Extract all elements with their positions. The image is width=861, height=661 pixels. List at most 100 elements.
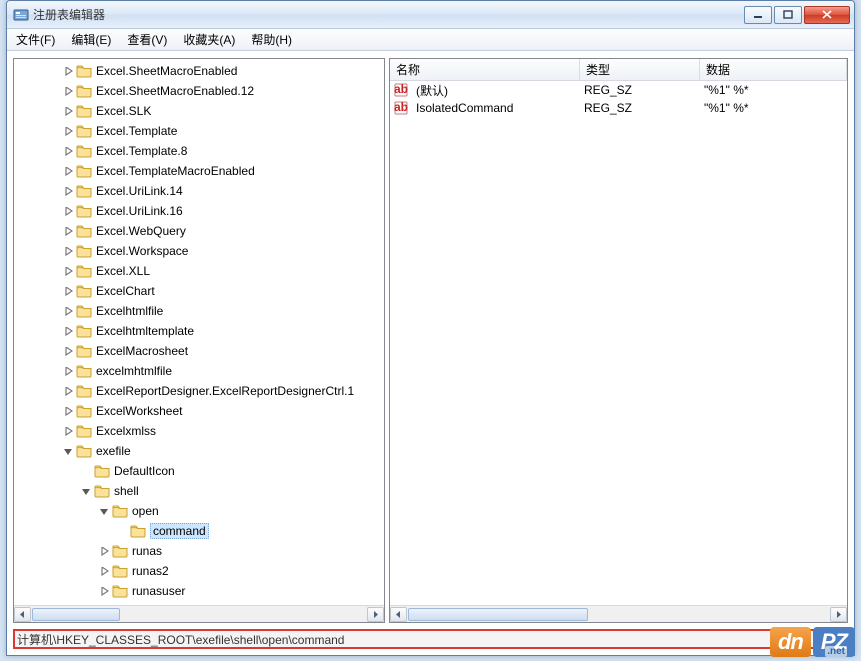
tree-node[interactable]: Excelhtmltemplate	[14, 321, 384, 341]
app-icon	[13, 7, 29, 23]
expand-toggle-icon[interactable]	[62, 345, 74, 357]
expand-toggle-icon[interactable]	[80, 485, 92, 497]
tree-node[interactable]: Excel.WebQuery	[14, 221, 384, 241]
list-row[interactable]: ab(默认)REG_SZ"%1" %*	[390, 81, 847, 99]
expand-toggle-icon[interactable]	[62, 405, 74, 417]
menu-view[interactable]: 查看(V)	[120, 29, 174, 50]
tree-node-label: ExcelWorksheet	[96, 404, 182, 418]
tree-node[interactable]: ExcelMacrosheet	[14, 341, 384, 361]
tree-node[interactable]: Excel.Template	[14, 121, 384, 141]
tree-node[interactable]: runas	[14, 541, 384, 561]
folder-icon	[76, 364, 92, 378]
menubar: 文件(F) 编辑(E) 查看(V) 收藏夹(A) 帮助(H)	[7, 29, 854, 51]
expand-toggle-icon[interactable]	[62, 65, 74, 77]
client-area: Excel.SheetMacroEnabledExcel.SheetMacroE…	[7, 51, 854, 629]
expand-toggle-icon[interactable]	[62, 385, 74, 397]
scroll-thumb[interactable]	[32, 608, 120, 621]
tree-node-label: DefaultIcon	[114, 464, 175, 478]
expand-toggle-icon[interactable]	[62, 225, 74, 237]
tree-node[interactable]: Excel.UriLink.14	[14, 181, 384, 201]
value-pane: 名称 类型 数据 ab(默认)REG_SZ"%1" %*abIsolatedCo…	[389, 58, 848, 623]
tree-node-label: Excel.Template.8	[96, 144, 187, 158]
tree-node[interactable]: ExcelReportDesigner.ExcelReportDesignerC…	[14, 381, 384, 401]
cell-data: "%1" %*	[698, 101, 847, 115]
tree-node[interactable]: Excelxmlss	[14, 421, 384, 441]
expand-toggle-icon[interactable]	[62, 285, 74, 297]
close-button[interactable]	[804, 6, 850, 24]
menu-favorites[interactable]: 收藏夹(A)	[176, 29, 242, 50]
scroll-track[interactable]	[31, 607, 367, 622]
tree-node-label: Excel.SLK	[96, 104, 151, 118]
folder-icon	[76, 304, 92, 318]
tree-node[interactable]: exefile	[14, 441, 384, 461]
menu-edit[interactable]: 编辑(E)	[64, 29, 118, 50]
scroll-left-button[interactable]	[390, 607, 407, 622]
titlebar[interactable]: 注册表编辑器	[7, 1, 854, 29]
expand-toggle-icon[interactable]	[62, 165, 74, 177]
expand-toggle-icon[interactable]	[62, 425, 74, 437]
expand-toggle-icon[interactable]	[62, 325, 74, 337]
tree-hscroll[interactable]	[14, 605, 384, 622]
menu-file[interactable]: 文件(F)	[9, 29, 62, 50]
scroll-left-button[interactable]	[14, 607, 31, 622]
expand-toggle-icon[interactable]	[98, 505, 110, 517]
cell-name: IsolatedCommand	[410, 101, 578, 115]
maximize-button[interactable]	[774, 6, 802, 24]
expand-toggle-icon[interactable]	[62, 185, 74, 197]
list-row[interactable]: abIsolatedCommandREG_SZ"%1" %*	[390, 99, 847, 117]
menu-help[interactable]: 帮助(H)	[244, 29, 299, 50]
tree-node[interactable]: open	[14, 501, 384, 521]
folder-icon	[112, 564, 128, 578]
scroll-thumb[interactable]	[408, 608, 588, 621]
expand-toggle-icon[interactable]	[98, 545, 110, 557]
key-tree[interactable]: Excel.SheetMacroEnabledExcel.SheetMacroE…	[14, 59, 384, 605]
tree-node[interactable]: Excel.Workspace	[14, 241, 384, 261]
scroll-right-button[interactable]	[830, 607, 847, 622]
tree-node[interactable]: runas2	[14, 561, 384, 581]
expand-toggle-icon[interactable]	[62, 245, 74, 257]
tree-node[interactable]: runasuser	[14, 581, 384, 601]
expand-toggle-icon[interactable]	[62, 445, 74, 457]
scroll-right-button[interactable]	[367, 607, 384, 622]
col-data[interactable]: 数据	[700, 59, 847, 80]
tree-node[interactable]: Excel.SLK	[14, 101, 384, 121]
tree-node[interactable]: Excel.Template.8	[14, 141, 384, 161]
tree-node[interactable]: Excel.SheetMacroEnabled.12	[14, 81, 384, 101]
tree-node[interactable]: shell	[14, 481, 384, 501]
folder-icon	[94, 484, 110, 498]
tree-node-label: ExcelReportDesigner.ExcelReportDesignerC…	[96, 384, 354, 398]
col-name[interactable]: 名称	[390, 59, 580, 80]
tree-node[interactable]: DefaultIcon	[14, 461, 384, 481]
expand-toggle-icon[interactable]	[62, 205, 74, 217]
minimize-button[interactable]	[744, 6, 772, 24]
expand-toggle-icon[interactable]	[62, 265, 74, 277]
col-type[interactable]: 类型	[580, 59, 700, 80]
expand-toggle-icon[interactable]	[98, 565, 110, 577]
expand-toggle-icon[interactable]	[116, 525, 128, 537]
tree-node-label: Excel.Template	[96, 124, 177, 138]
expand-toggle-icon[interactable]	[62, 145, 74, 157]
folder-icon	[76, 404, 92, 418]
tree-node[interactable]: Excelhtmlfile	[14, 301, 384, 321]
expand-toggle-icon[interactable]	[62, 125, 74, 137]
expand-toggle-icon[interactable]	[62, 105, 74, 117]
list-hscroll[interactable]	[390, 605, 847, 622]
folder-icon	[76, 384, 92, 398]
tree-node[interactable]: Excel.UriLink.16	[14, 201, 384, 221]
value-list[interactable]: ab(默认)REG_SZ"%1" %*abIsolatedCommandREG_…	[390, 81, 847, 605]
expand-toggle-icon[interactable]	[62, 305, 74, 317]
expand-toggle-icon[interactable]	[62, 85, 74, 97]
tree-node[interactable]: Excel.TemplateMacroEnabled	[14, 161, 384, 181]
scroll-track[interactable]	[407, 607, 830, 622]
tree-node[interactable]: Excel.SheetMacroEnabled	[14, 61, 384, 81]
expand-toggle-icon[interactable]	[62, 365, 74, 377]
tree-node[interactable]: excelmhtmlfile	[14, 361, 384, 381]
tree-node[interactable]: command	[14, 521, 384, 541]
tree-node[interactable]: Excel.XLL	[14, 261, 384, 281]
tree-node[interactable]: ExcelChart	[14, 281, 384, 301]
expand-toggle-icon[interactable]	[98, 585, 110, 597]
folder-icon	[112, 584, 128, 598]
folder-icon	[76, 144, 92, 158]
expand-toggle-icon[interactable]	[80, 465, 92, 477]
tree-node[interactable]: ExcelWorksheet	[14, 401, 384, 421]
